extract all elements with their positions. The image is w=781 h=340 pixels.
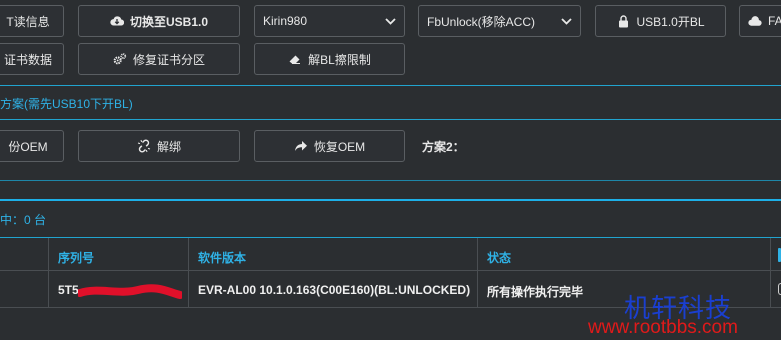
scheme1-label: 方案(需先USB10下开BL) <box>0 97 133 111</box>
gears-icon <box>113 52 127 66</box>
share-arrow-icon <box>294 139 308 153</box>
broken-link-icon <box>137 139 151 153</box>
cloud-icon <box>748 14 762 28</box>
unlock-bl-erase-button[interactable]: 解BL擦限制 <box>254 43 405 75</box>
repair-cert-partition-label: 修复证书分区 <box>132 52 205 67</box>
unlock-bl-erase-label: 解BL擦限制 <box>308 52 371 67</box>
repair-cert-partition-button[interactable]: 修复证书分区 <box>78 43 240 75</box>
unlock-mode-value: FbUnlock(移除ACC) <box>427 14 536 29</box>
header-status[interactable]: 状态 <box>487 249 511 266</box>
chip-model-select[interactable]: Kirin980 <box>254 5 405 37</box>
section-divider <box>0 85 781 86</box>
lock-icon <box>616 14 630 28</box>
chevron-down-icon <box>385 14 396 28</box>
unlock-mode-select[interactable]: FbUnlock(移除ACC) <box>418 5 581 37</box>
switch-usb1-label: 切换至USB1.0 <box>129 14 209 29</box>
read-cert-info-label: T读信息 <box>6 14 50 29</box>
divider-bright <box>0 199 781 201</box>
divider-dark <box>0 180 781 181</box>
unbind-label: 解绑 <box>156 139 181 154</box>
cert-data-button[interactable]: 证书数据 <box>0 43 64 75</box>
scheme2-label: 方案2： <box>422 140 465 154</box>
online-count-label: 中：0 台 <box>0 213 47 227</box>
backup-oem-button[interactable]: 份OEM <box>0 130 64 162</box>
table-top-divider <box>0 237 781 238</box>
fastboot-label: FAS <box>768 14 781 28</box>
restore-oem-button[interactable]: 恢复OEM <box>254 130 405 162</box>
unbind-button[interactable]: 解绑 <box>78 130 240 162</box>
header-serial[interactable]: 序列号 <box>58 249 94 266</box>
watermark-url: www.rootbbs.com <box>588 317 738 338</box>
switch-usb1-button[interactable]: 切换至USB1.0 <box>78 5 240 37</box>
usb1-open-bl-label: USB1.0开BL <box>636 14 705 29</box>
serial-redaction-scribble <box>78 284 182 299</box>
usb1-open-bl-button[interactable]: USB1.0开BL <box>595 5 726 37</box>
cloud-download-icon <box>110 14 124 28</box>
chip-model-value: Kirin980 <box>263 14 308 28</box>
backup-oem-label: 份OEM <box>8 139 48 154</box>
restore-oem-label: 恢复OEM <box>313 139 366 154</box>
row-serial: 5T5 <box>58 283 79 297</box>
read-cert-info-button[interactable]: T读信息 <box>0 5 64 37</box>
header-software-version[interactable]: 软件版本 <box>198 249 246 266</box>
eraser-icon <box>288 52 302 66</box>
cert-data-label: 证书数据 <box>3 52 52 67</box>
row-software-version: EVR-AL00 10.1.0.163(C00E160)(BL:UNLOCKED… <box>198 283 471 297</box>
section-divider <box>0 119 781 120</box>
row-status: 所有操作执行完毕 <box>487 285 584 299</box>
fastboot-button[interactable]: FAS <box>739 5 781 37</box>
chevron-down-icon <box>561 14 572 28</box>
